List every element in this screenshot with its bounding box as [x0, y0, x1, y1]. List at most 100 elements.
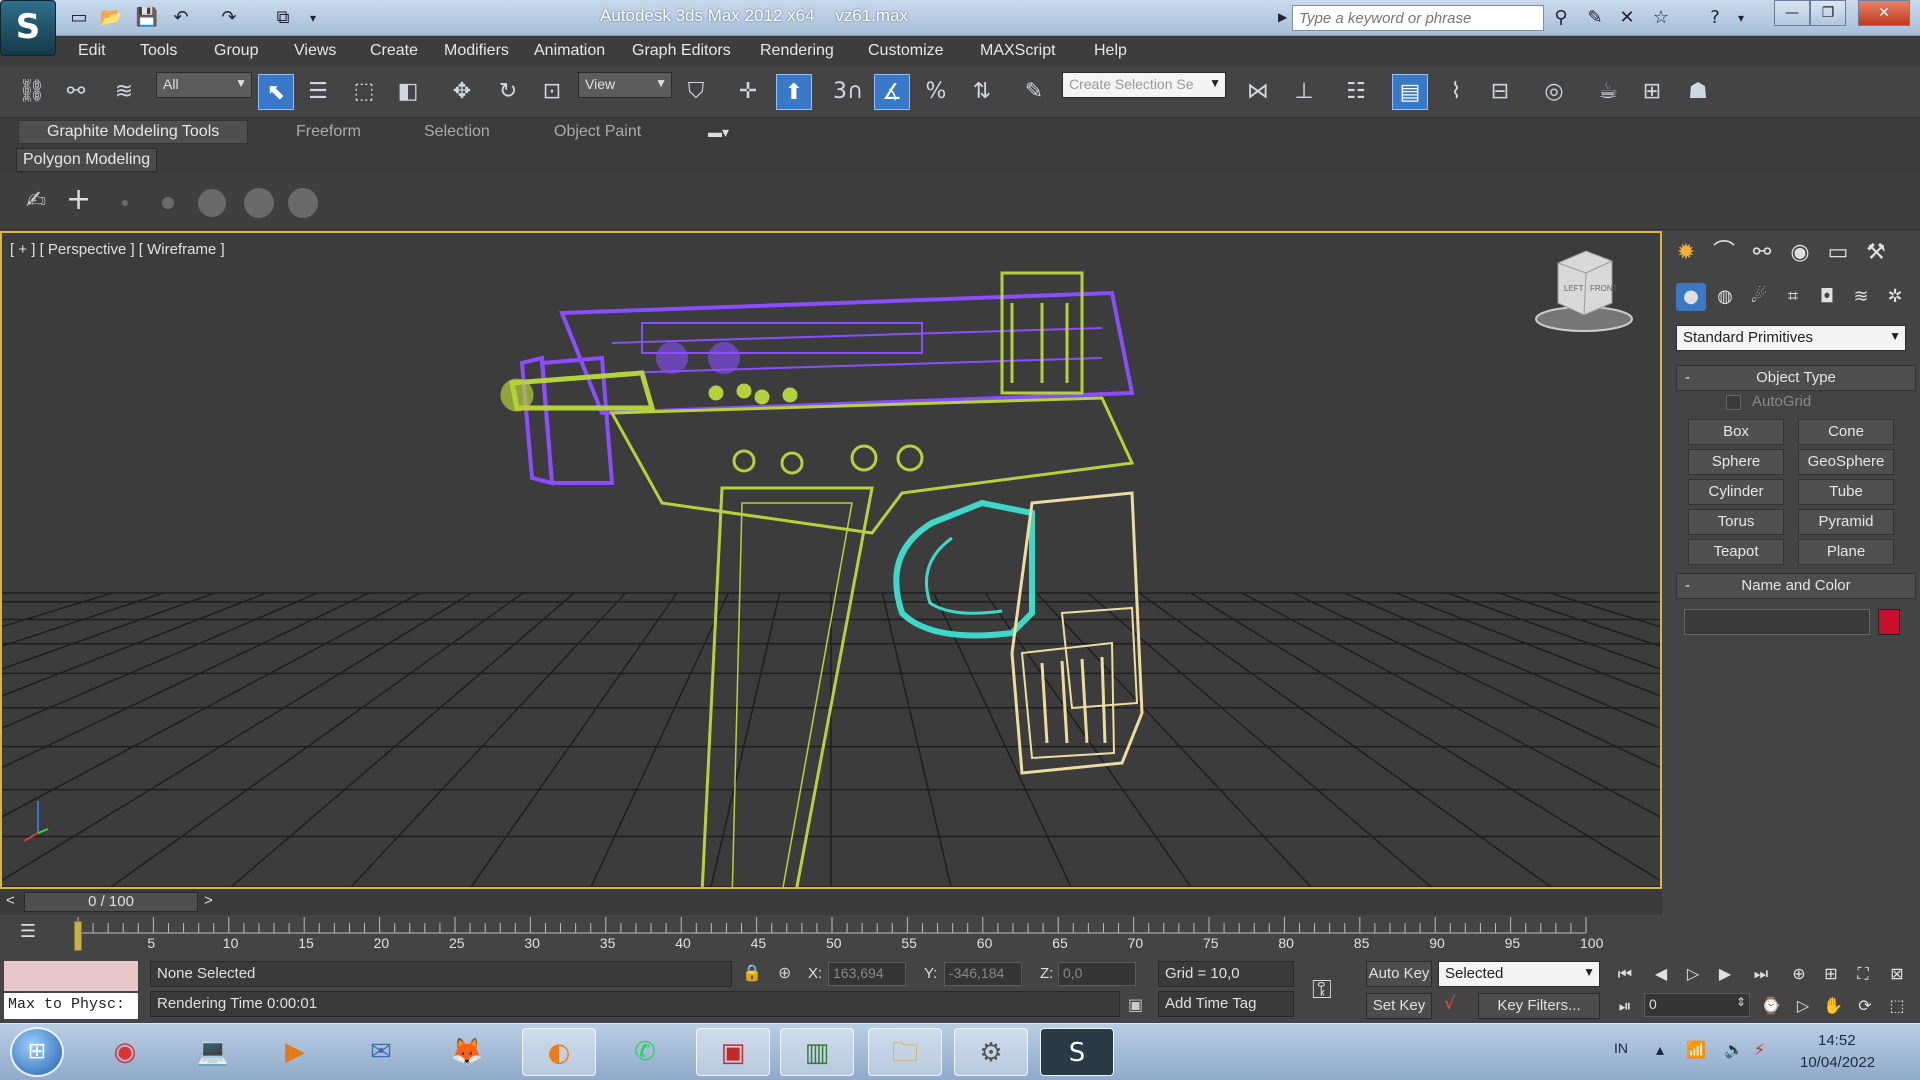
save-file-icon[interactable]: 💾 [134, 5, 160, 31]
layer-manager-icon[interactable]: ☷ [1338, 74, 1374, 110]
menu-group[interactable]: Group [214, 42, 258, 60]
named-selection-dropdown[interactable]: Create Selection Se ▼ [1062, 72, 1226, 98]
time-slider-thumb[interactable]: 0 / 100 [24, 892, 198, 912]
modify-panel-icon[interactable]: ⌒ [1708, 237, 1740, 269]
z-coordinate-input[interactable]: 0,0 [1058, 962, 1136, 986]
menu-maxscript[interactable]: MAXScript [980, 42, 1056, 60]
clock-date[interactable]: 10/04/2022 [1800, 1054, 1875, 1071]
maximize-viewport-icon[interactable]: ⬚ [1884, 993, 1910, 1019]
help-dropdown-icon[interactable]: ▾ [1728, 6, 1754, 30]
clock-time[interactable]: 14:52 [1818, 1032, 1856, 1049]
maximize-button[interactable]: ❐ [1810, 0, 1846, 26]
volume-icon[interactable]: 🔈 [1724, 1040, 1744, 1059]
tab-object-paint[interactable]: Object Paint [554, 123, 641, 141]
tab-graphite-modeling-tools[interactable]: Graphite Modeling Tools [18, 120, 249, 144]
cone-button[interactable]: Cone [1798, 419, 1894, 445]
gun-barrel-mesh[interactable] [500, 370, 656, 412]
brush-size-2-icon[interactable] [162, 197, 174, 209]
orbit-icon[interactable]: ⟳ [1852, 993, 1878, 1019]
material-editor-icon[interactable]: ◎ [1536, 74, 1572, 110]
media-player-taskbar-icon[interactable]: ▶ [258, 1028, 332, 1076]
key-icon[interactable]: ⚿ [1312, 975, 1332, 1006]
project-folder-icon[interactable]: ⧉ [270, 5, 296, 31]
sphere-button[interactable]: Sphere [1688, 449, 1784, 475]
tab-freeform[interactable]: Freeform [296, 123, 361, 141]
move-icon[interactable]: ✥ [444, 74, 480, 110]
scanner-app-taskbar-icon[interactable]: ⚙ [954, 1028, 1028, 1076]
menu-graph-editors[interactable]: Graph Editors [632, 42, 731, 60]
communication-icon[interactable]: ✕ [1614, 6, 1640, 30]
box-button[interactable]: Box [1688, 419, 1784, 445]
paint-brush-icon[interactable]: ✍ [26, 186, 46, 214]
display-panel-icon[interactable]: ▭ [1822, 237, 1854, 269]
search-input[interactable]: Type a keyword or phrase [1292, 5, 1544, 31]
snaps-toggle-icon[interactable]: 3∩ [830, 74, 866, 110]
add-time-tag-button[interactable]: Add Time Tag [1158, 991, 1294, 1017]
rotate-icon[interactable]: ↻ [490, 74, 526, 110]
absolute-mode-icon[interactable]: ⊕ [778, 963, 791, 982]
chrome-taskbar-icon[interactable]: ◉ [88, 1028, 162, 1076]
rendered-frame-window-icon[interactable]: ⊞ [1634, 74, 1670, 110]
minimize-button[interactable]: — [1774, 0, 1810, 26]
percent-snap-icon[interactable]: % [918, 74, 954, 110]
object-name-input[interactable] [1684, 609, 1870, 635]
motion-panel-icon[interactable]: ◉ [1784, 237, 1816, 269]
select-by-name-icon[interactable]: ☰ [300, 74, 336, 110]
spinner-snap-icon[interactable]: ⇅ [964, 74, 1000, 110]
render-setup-icon[interactable]: ☕ [1590, 74, 1626, 110]
tab-selection[interactable]: Selection [424, 123, 490, 141]
menu-edit[interactable]: Edit [78, 42, 106, 60]
shapes-category-icon[interactable]: ◍ [1710, 283, 1740, 311]
space-warps-category-icon[interactable]: ≋ [1846, 283, 1876, 311]
menu-rendering[interactable]: Rendering [760, 42, 834, 60]
binoculars-icon[interactable]: ⚲ [1548, 6, 1574, 30]
show-hidden-icons-icon[interactable]: ▴ [1656, 1040, 1664, 1059]
object-color-swatch[interactable] [1878, 609, 1900, 635]
scale-icon[interactable]: ⊡ [534, 74, 570, 110]
auto-key-button[interactable]: Auto Key [1366, 961, 1432, 987]
redo-icon[interactable]: ↷ [216, 5, 242, 31]
quick-access-dropdown-icon[interactable]: ▾ [300, 5, 326, 31]
geometry-category-icon[interactable]: ● [1676, 283, 1706, 311]
key-mode-toggle-icon[interactable]: ⏯ [1612, 993, 1638, 1019]
teapot-button[interactable]: Teapot [1688, 539, 1784, 565]
geometry-type-dropdown[interactable]: Standard Primitives ▼ [1676, 325, 1906, 351]
zoom-all-icon[interactable]: ⊞ [1818, 961, 1844, 987]
maxscript-mini-listener-top[interactable] [4, 961, 138, 991]
name-and-color-rollout[interactable]: - Name and Color [1676, 573, 1916, 599]
select-manipulate-icon[interactable]: ✛ [730, 74, 766, 110]
gimp-taskbar-icon[interactable]: 🦊 [430, 1028, 504, 1076]
rectangular-selection-icon[interactable]: ⬚ [346, 74, 382, 110]
add-icon[interactable]: + [66, 182, 91, 217]
object-type-rollout[interactable]: - Object Type [1676, 365, 1916, 391]
pan-view-icon[interactable]: ✋ [1820, 993, 1846, 1019]
favorites-star-icon[interactable]: ☆ [1648, 6, 1674, 30]
current-frame-input[interactable]: 0 [1644, 993, 1750, 1017]
default-tangent-icon[interactable]: √ [1444, 993, 1455, 1014]
key-mode-dropdown[interactable]: Selected ▼ [1438, 961, 1600, 987]
lights-category-icon[interactable]: ☄ [1744, 283, 1774, 311]
pivot-center-icon[interactable]: ⛉ [678, 74, 714, 110]
selection-filter-dropdown[interactable]: All ▼ [156, 72, 252, 98]
current-frame-marker[interactable] [74, 921, 82, 951]
viewcube-icon[interactable]: LEFT FRONT [1535, 250, 1633, 332]
reference-coordinate-dropdown[interactable]: View ▼ [578, 72, 672, 98]
time-slider-next-button[interactable]: > [204, 892, 213, 909]
reader-app-taskbar-icon[interactable]: ▥ [780, 1028, 854, 1076]
time-slider-prev-button[interactable]: < [6, 892, 15, 909]
power-status-icon[interactable]: ⚡ [1754, 1040, 1765, 1059]
angle-snap-icon[interactable]: ∡ [874, 74, 910, 110]
set-key-button[interactable]: Set Key [1366, 993, 1432, 1019]
whatsapp-taskbar-icon[interactable]: ✆ [608, 1028, 682, 1076]
menu-animation[interactable]: Animation [534, 42, 605, 60]
time-slider[interactable]: < 0 / 100 > [0, 889, 1662, 915]
go-to-start-icon[interactable]: ⏮ [1612, 961, 1638, 987]
geosphere-button[interactable]: GeoSphere [1798, 449, 1894, 475]
unlink-icon[interactable]: ⚯ [58, 74, 94, 110]
file-explorer-taskbar-icon[interactable]: 🗀 [868, 1028, 942, 1076]
zoom-icon[interactable]: ⊕ [1786, 961, 1812, 987]
cylinder-button[interactable]: Cylinder [1688, 479, 1784, 505]
lock-selection-icon[interactable]: 🔒 [742, 963, 762, 982]
zoom-extents-all-icon[interactable]: ⊠ [1884, 961, 1910, 987]
close-button[interactable]: ✕ [1858, 0, 1910, 26]
